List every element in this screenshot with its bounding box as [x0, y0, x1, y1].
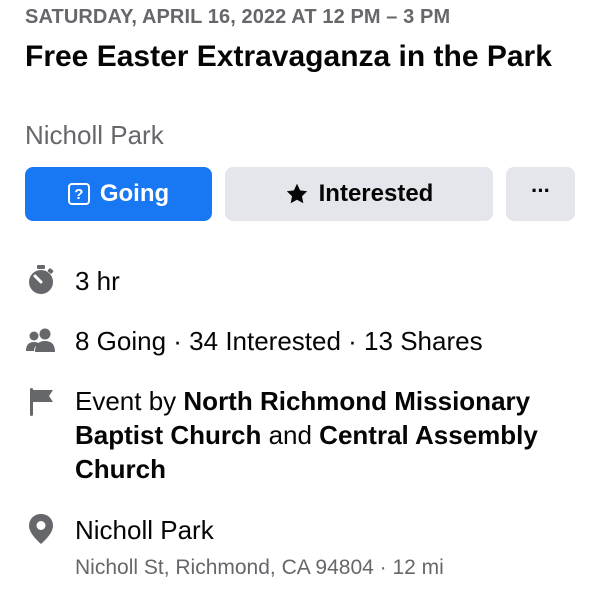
flag-icon [25, 386, 57, 418]
going-button-label: Going [99, 180, 170, 207]
location-address: Nicholl St, Richmond, CA 94804 · 12 mi [75, 556, 444, 579]
people-icon [25, 324, 57, 356]
stopwatch-icon [25, 264, 57, 296]
location-text[interactable]: Nicholl Park Nicholl St, Richmond, CA 94… [75, 513, 580, 583]
location-name: Nicholl Park [75, 515, 214, 545]
host-joiner: and [261, 420, 320, 450]
event-stats[interactable]: 8 Going · 34 Interested · 13 Shares [75, 324, 580, 358]
event-date: SATURDAY, APRIL 16, 2022 AT 12 PM – 3 PM [25, 6, 451, 28]
map-pin-icon [25, 513, 57, 545]
going-button[interactable]: ? Going [25, 167, 212, 221]
more-options-button[interactable]: ··· [506, 167, 575, 221]
event-hosts: Event by North Richmond Missionary Bapti… [75, 384, 580, 486]
question-box-icon: ? [67, 183, 90, 205]
interested-button-label: Interested [318, 180, 434, 207]
more-dots-icon: ··· [531, 178, 551, 203]
interested-button[interactable]: Interested [225, 167, 493, 221]
duration-text: 3 hr [75, 266, 120, 296]
star-icon [285, 182, 309, 206]
event-title: Free Easter Extravaganza in the Park [25, 40, 552, 73]
host-prefix: Event by [75, 386, 184, 416]
event-location-link[interactable]: Nicholl Park [25, 120, 164, 151]
